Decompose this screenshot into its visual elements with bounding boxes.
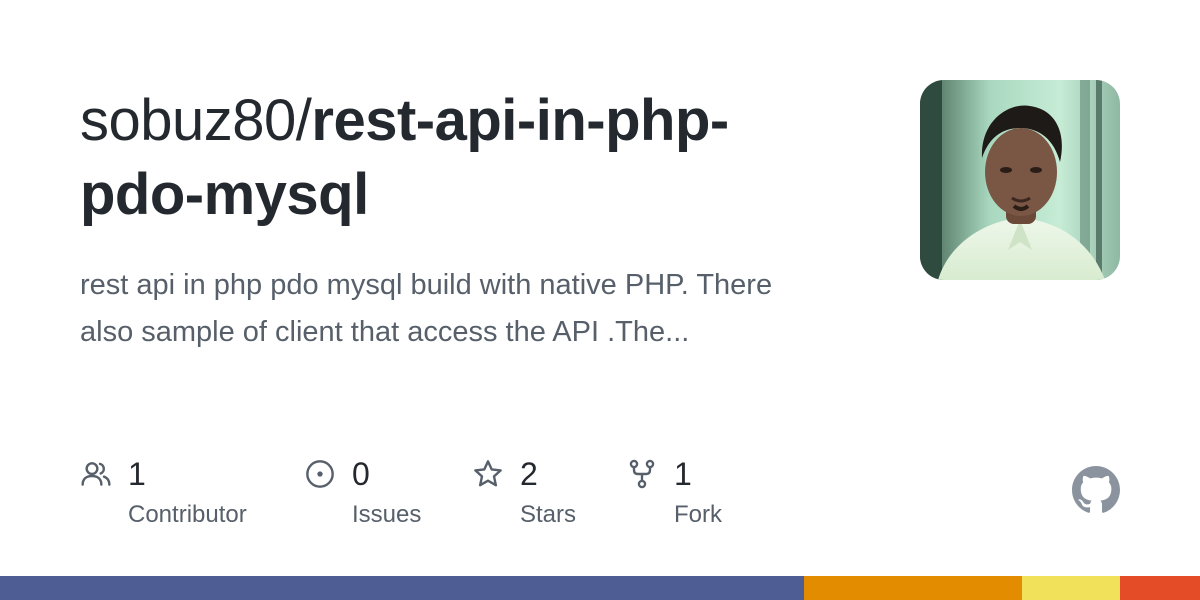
people-icon [81,462,111,486]
contributors-label: Contributor [128,501,247,528]
issues-label: Issues [352,501,422,528]
language-bar-segment [0,576,804,600]
contributors-count: 1 [128,456,146,492]
language-bar-segment [1022,576,1121,600]
stars-count: 2 [520,456,538,492]
forks-count: 1 [674,456,692,492]
repo-title[interactable]: sobuz80/rest-api-in-php-pdo-mysql [80,84,850,232]
github-logo-icon[interactable] [1072,466,1120,514]
owner-avatar[interactable] [920,80,1120,280]
language-bar-segment [804,576,1023,600]
issues-count: 0 [352,456,370,492]
issue-opened-icon [306,460,334,488]
stars-label: Stars [520,501,577,528]
language-bar-segment [1120,576,1200,600]
repo-owner: sobuz80/ [80,88,312,153]
forks-label: Fork [674,501,722,528]
repo-description: rest api in php pdo mysql build with nat… [80,269,773,348]
star-icon [474,460,502,487]
repo-social-card: sobuz80/rest-api-in-php-pdo-mysql rest a… [0,0,1200,600]
avatar-image [920,80,1120,280]
language-bar [0,576,1200,600]
repo-forked-icon [629,459,655,489]
